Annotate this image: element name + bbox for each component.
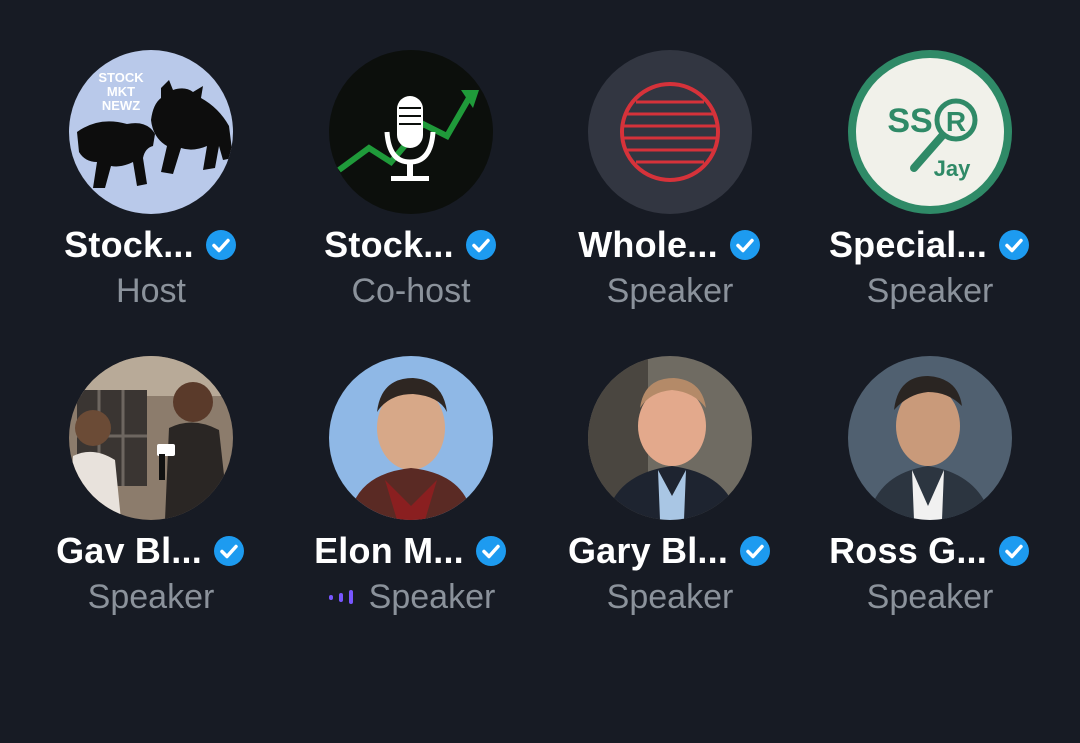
logo-text-line2: MKT	[107, 84, 135, 99]
participant-card[interactable]: SS R Jay Special... Speaker	[800, 50, 1060, 330]
avatar[interactable]	[588, 356, 752, 520]
participant-name: Stock...	[324, 224, 454, 265]
avatar[interactable]	[848, 356, 1012, 520]
bull-bear-logo: STOCK MKT NEWZ	[69, 50, 233, 214]
verified-badge-icon	[464, 228, 498, 262]
participant-role: Speaker	[606, 577, 734, 616]
participant-card[interactable]: Gary Bl... Speaker	[540, 356, 800, 636]
avatar[interactable]	[69, 356, 233, 520]
portrait-photo	[329, 356, 493, 520]
verified-badge-icon	[204, 228, 238, 262]
logo-text-r: R	[946, 106, 966, 137]
participant-role: Speaker	[368, 577, 496, 616]
avatar[interactable]: STOCK MKT NEWZ	[69, 50, 233, 214]
participant-card[interactable]: Stock... Co-host	[281, 50, 541, 330]
interview-photo	[69, 356, 233, 520]
logo-text-ss: SS	[887, 102, 932, 140]
participant-role: Speaker	[87, 577, 215, 616]
participant-name: Stock...	[64, 224, 194, 265]
avatar[interactable]	[588, 50, 752, 214]
participant-card[interactable]: Elon M... Speaker	[281, 356, 541, 636]
verified-badge-icon	[738, 534, 772, 568]
portrait-photo	[848, 356, 1012, 520]
red-globe-logo	[588, 50, 752, 214]
microphone-chart-logo	[329, 50, 493, 214]
verified-badge-icon	[728, 228, 762, 262]
participant-card[interactable]: Whole... Speaker	[540, 50, 800, 330]
portrait-photo	[588, 356, 752, 520]
logo-text-line1: STOCK	[98, 70, 144, 85]
avatar[interactable]	[329, 50, 493, 214]
participant-name: Special...	[828, 224, 988, 265]
verified-badge-icon	[474, 534, 508, 568]
avatar[interactable]: SS R Jay	[848, 50, 1012, 214]
participant-name: Elon M...	[314, 530, 464, 571]
speakers-grid: STOCK MKT NEWZ Stock... Host Stock... Co…	[0, 0, 1080, 743]
verified-badge-icon	[997, 534, 1031, 568]
participant-role: Host	[116, 271, 186, 310]
participant-role: Speaker	[606, 271, 734, 310]
participant-role: Speaker	[866, 577, 994, 616]
logo-text-line3: NEWZ	[102, 98, 140, 113]
participant-name: Whole...	[578, 224, 718, 265]
participant-name: Gav Bl...	[56, 530, 202, 571]
participant-card[interactable]: Gav Bl... Speaker	[21, 356, 281, 636]
participant-name: Gary Bl...	[567, 530, 729, 571]
verified-badge-icon	[997, 228, 1031, 262]
participant-name: Ross G...	[829, 530, 987, 571]
participant-card[interactable]: STOCK MKT NEWZ Stock... Host	[21, 50, 281, 330]
ssr-jay-logo: SS R Jay	[848, 50, 1012, 214]
verified-badge-icon	[212, 534, 246, 568]
logo-text-jay: Jay	[934, 156, 971, 181]
participant-card[interactable]: Ross G... Speaker	[800, 356, 1060, 636]
speaking-indicator-icon	[327, 587, 361, 607]
participant-role: Co-host	[351, 271, 471, 310]
avatar[interactable]	[329, 356, 493, 520]
participant-role: Speaker	[866, 271, 994, 310]
